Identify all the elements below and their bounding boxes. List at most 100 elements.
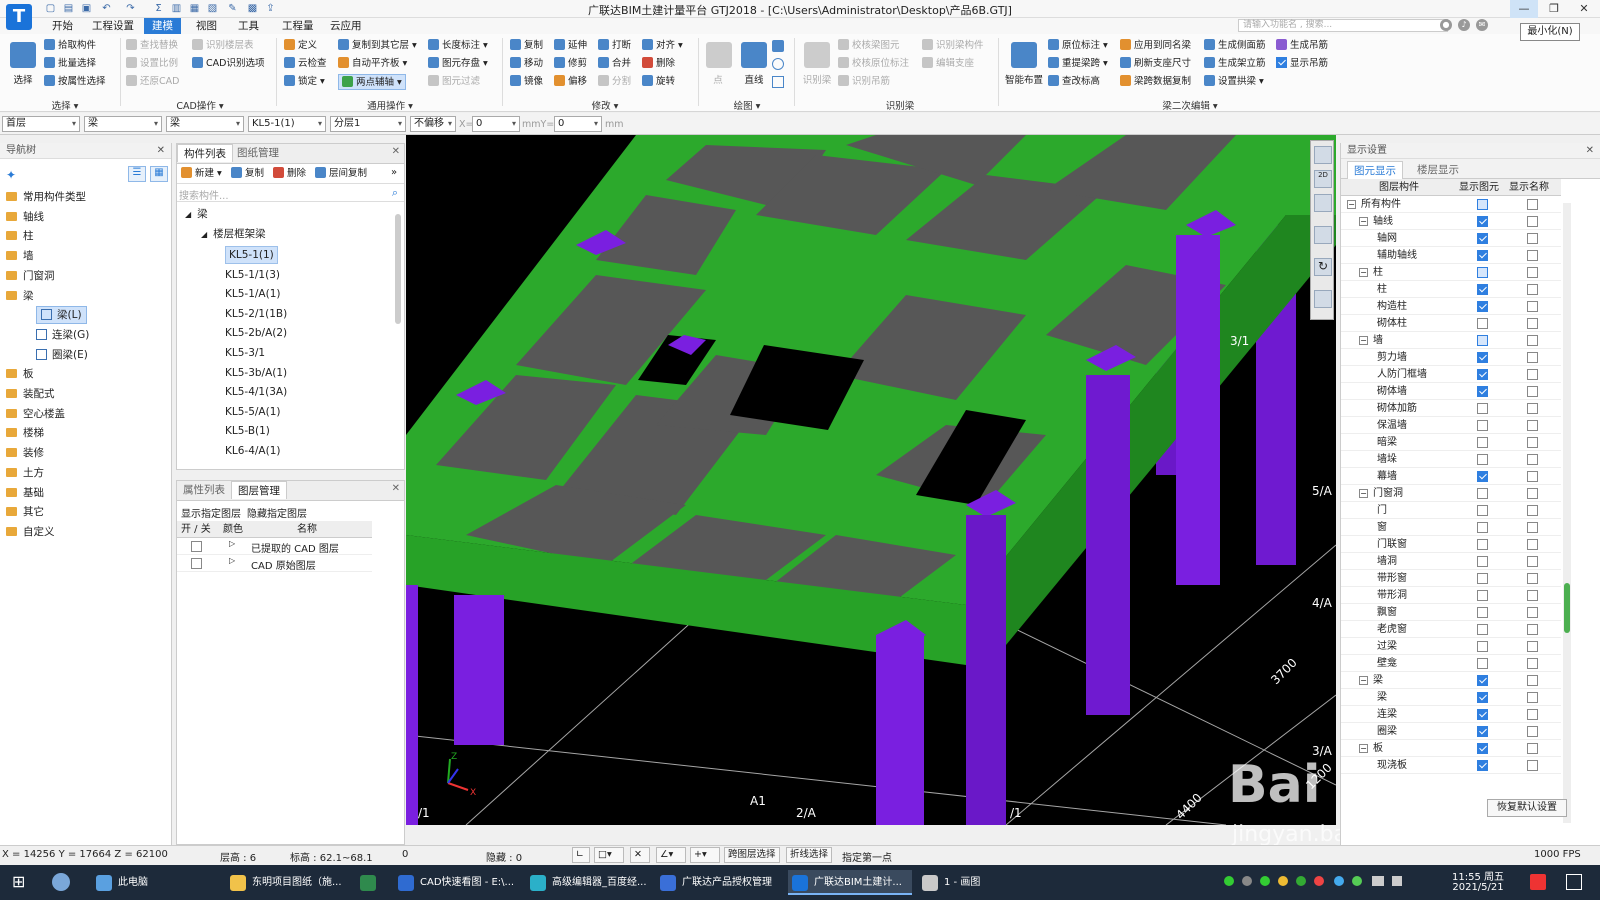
show-element-checkbox[interactable] [1477,590,1488,601]
component-search-input[interactable]: 搜索构件... [179,187,229,202]
app-logo[interactable]: T [6,4,32,30]
taskbar-project-app[interactable] [356,870,386,895]
save-icon[interactable]: ▣ [80,2,93,15]
show-name-checkbox[interactable] [1527,505,1538,516]
tray-icon[interactable] [1314,876,1324,886]
collapse-icon[interactable]: − [1359,489,1368,498]
pick-component-button[interactable]: 拾取构件 [44,38,96,54]
display-setting-row[interactable]: 窗 [1341,519,1561,536]
taskbar-license-manager[interactable]: 广联达产品授权管理 [656,870,780,895]
cad-recognize-options-button[interactable]: CAD识别选项 [192,56,264,72]
show-element-checkbox[interactable] [1477,573,1488,584]
display-setting-row[interactable]: 带形窗 [1341,570,1561,587]
nav-sub-item[interactable]: 梁(L) [36,306,87,325]
generate-side-rebar-button[interactable]: 生成侧面筋 [1204,38,1266,54]
show-element-checkbox[interactable] [1477,658,1488,669]
display-setting-row[interactable]: − 门窗洞 [1341,485,1561,502]
arc-icon[interactable] [772,40,784,52]
tab-component-list[interactable]: 构件列表 [177,144,233,162]
display-setting-row[interactable]: 砌体墙 [1341,383,1561,400]
layer-toggle-checkbox[interactable] [191,541,202,552]
tree-group-floor-frame-beam[interactable]: ◢ 楼层框架梁 [201,226,266,241]
taskbar-this-pc[interactable]: 此电脑 [92,870,208,895]
group-title-modify[interactable]: 修改 ▾ [570,98,640,112]
show-name-checkbox[interactable] [1527,454,1538,465]
show-name-checkbox[interactable] [1527,267,1538,278]
collapse-icon[interactable]: − [1359,217,1368,226]
select-button[interactable]: 选择 [8,40,38,96]
rectangle-icon[interactable] [772,76,784,88]
tray-icon[interactable] [1242,876,1252,886]
cloud-check-button[interactable]: 云检查 [284,56,327,72]
show-name-checkbox[interactable] [1527,420,1538,431]
tab-floor-display[interactable]: 楼层显示 [1411,161,1465,179]
component-item[interactable]: KL5-3/1 [225,344,265,362]
nav-item[interactable]: 柱 [6,227,34,245]
show-element-checkbox[interactable] [1477,335,1488,346]
menu-tab-view[interactable]: 视图 [188,18,225,34]
show-element-checkbox[interactable] [1477,267,1488,278]
display-setting-row[interactable]: 门联窗 [1341,536,1561,553]
new-component-button[interactable]: 新建 ▾ [181,166,222,182]
tray-icon[interactable] [1352,876,1362,886]
display-setting-row[interactable]: 飘窗 [1341,604,1561,621]
show-name-checkbox[interactable] [1527,284,1538,295]
show-name-checkbox[interactable] [1527,403,1538,414]
copy-button[interactable]: 复制 [510,38,543,54]
display-setting-row[interactable]: 柱 [1341,281,1561,298]
recognize-beam-component-button[interactable]: 识别梁构件 [922,38,984,54]
check-beam-element-button[interactable]: 校核梁图元 [838,38,900,54]
nav-sub-item[interactable]: 连梁(G) [36,326,89,344]
show-name-checkbox[interactable] [1527,250,1538,261]
tab-layer-management[interactable]: 图层管理 [231,481,287,499]
circle-icon[interactable] [772,58,784,70]
merge-button[interactable]: 合并 [598,56,631,72]
2d-view-icon[interactable]: 2D [1314,170,1332,188]
nav-item[interactable]: 基础 [6,484,44,502]
y-input[interactable]: 0 [554,116,602,132]
redo-icon[interactable]: ↷ [124,2,137,15]
display-setting-row[interactable]: − 轴线 [1341,213,1561,230]
trim-button[interactable]: 修剪 [554,56,587,72]
box-view-icon[interactable] [1314,226,1332,244]
component-name-select[interactable]: KL5-1(1) [248,116,326,132]
show-specified-layer-button[interactable]: 显示指定图层 [181,505,241,520]
display-setting-row[interactable]: 保温墙 [1341,417,1561,434]
nav-item[interactable]: 梁 [6,287,34,305]
more-icon[interactable]: » [391,167,397,178]
display-setting-row[interactable]: − 板 [1341,740,1561,757]
display-setting-row[interactable]: 轴网 [1341,230,1561,247]
show-element-checkbox[interactable] [1477,675,1488,686]
element-filter-button[interactable]: 图元过滤 [428,74,480,90]
layer-toggle-checkbox[interactable] [191,558,202,569]
restore-cad-button[interactable]: 还原CAD [126,74,179,90]
show-element-checkbox[interactable] [1477,692,1488,703]
edit-support-button[interactable]: 编辑支座 [922,56,974,72]
3d-viewport[interactable]: A1 2/A /1 /1 3/1 5/A 4/A 3/A 3700 4400 1… [406,135,1336,825]
component-item[interactable]: KL5-B(1) [225,422,270,440]
show-element-checkbox[interactable] [1477,471,1488,482]
show-name-checkbox[interactable] [1527,488,1538,499]
display-setting-row[interactable]: 过梁 [1341,638,1561,655]
show-element-checkbox[interactable] [1477,488,1488,499]
recognize-hanger-button[interactable]: 识别吊筋 [838,74,890,90]
ortho-icon[interactable]: ∟ [572,847,590,863]
hide-specified-layer-button[interactable]: 隐藏指定图层 [247,505,307,520]
notification-center-icon[interactable] [1530,874,1546,890]
column[interactable] [406,585,418,825]
check-icon[interactable]: ▧ [206,2,219,15]
show-element-checkbox[interactable] [1477,709,1488,720]
show-name-checkbox[interactable] [1527,760,1538,771]
close-icon[interactable]: ✕ [392,483,400,494]
group-title-common[interactable]: 通用操作 ▾ [340,98,440,112]
tray-icon[interactable] [1334,876,1344,886]
show-name-checkbox[interactable] [1527,709,1538,720]
windows-start-icon[interactable]: ⊞ [12,873,30,891]
check-inplace-annotation-button[interactable]: 校核原位标注 [838,56,909,72]
display-setting-row[interactable]: − 柱 [1341,264,1561,281]
display-setting-row[interactable]: 暗梁 [1341,434,1561,451]
display-setting-row[interactable]: 构造柱 [1341,298,1561,315]
show-name-checkbox[interactable] [1527,437,1538,448]
component-item[interactable]: KL5-2/1(1B) [225,305,287,323]
component-item[interactable]: KL6-4/A(1) [225,442,280,460]
